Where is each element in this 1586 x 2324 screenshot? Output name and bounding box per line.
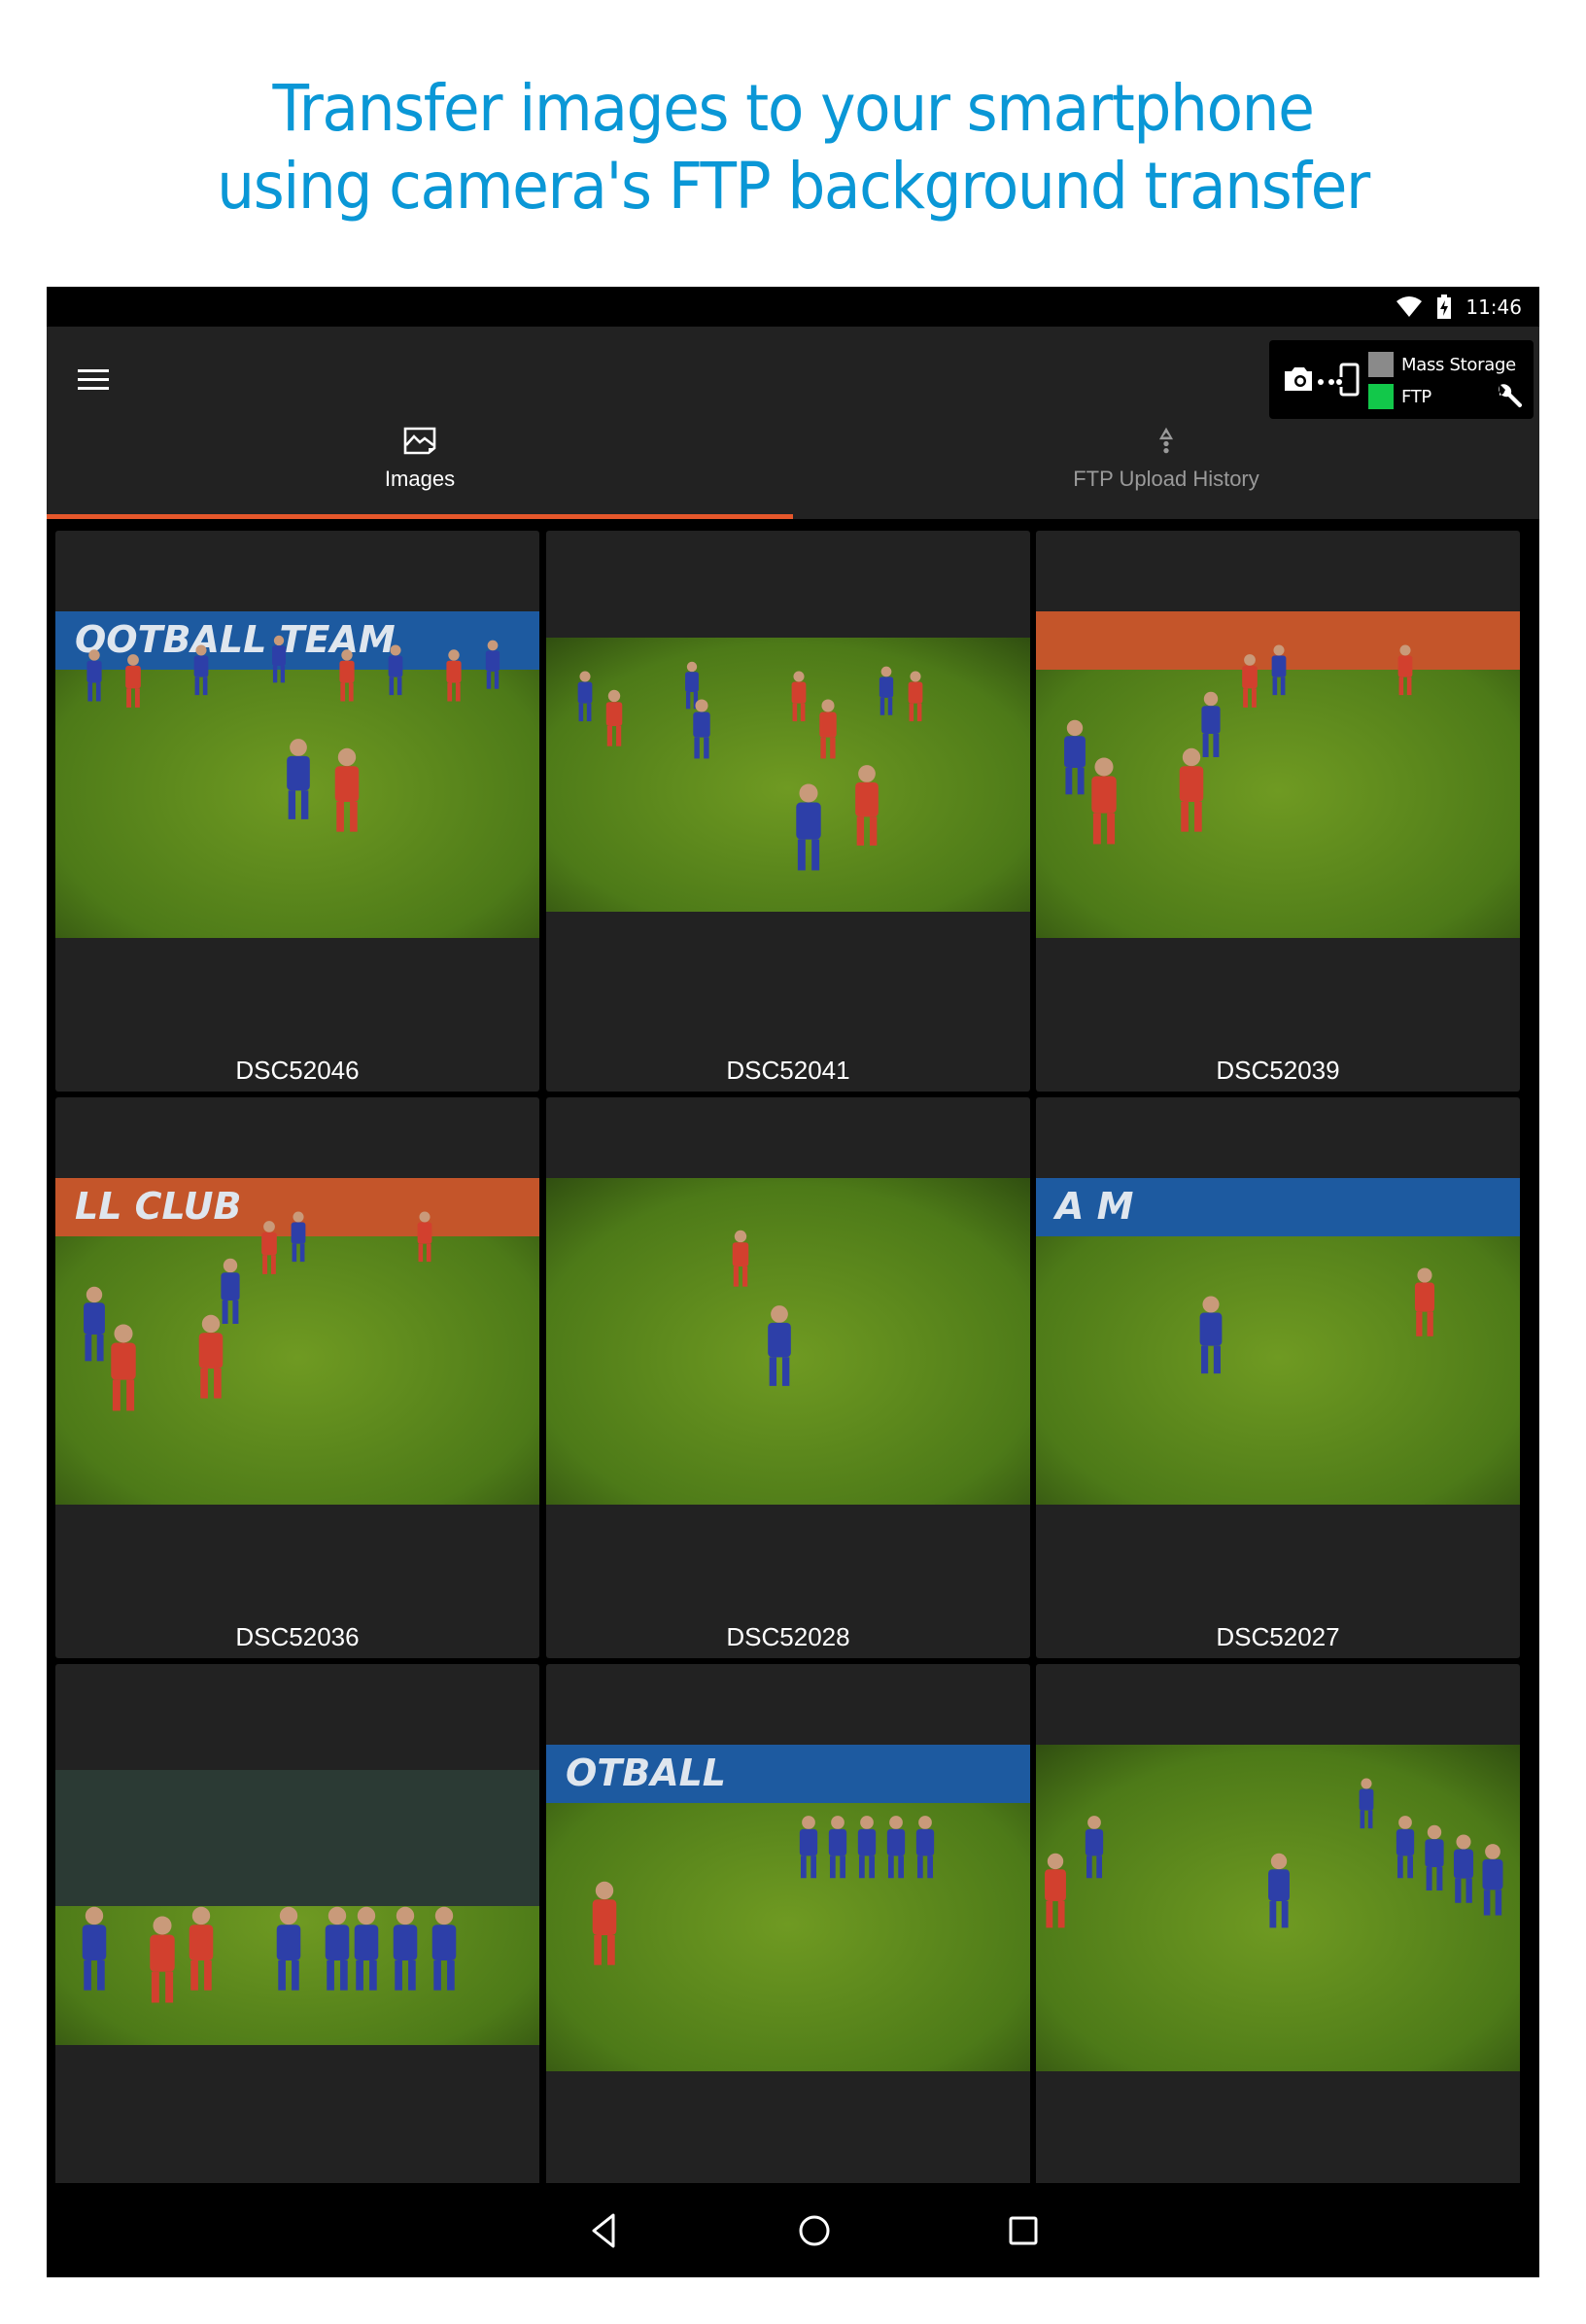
image-filename: DSC52036	[235, 1622, 360, 1651]
image-filename: DSC52027	[1216, 1622, 1340, 1651]
image-thumbnail: OOTBALL TEAM	[55, 611, 539, 938]
image-filename: DSC52041	[726, 1056, 850, 1085]
image-tile[interactable]: DSC52028	[546, 1097, 1030, 1658]
app-bar: Mass Storage FTP Images FTP Upload Histo…	[47, 327, 1539, 519]
promo-headline: Transfer images to your smartphone using…	[55, 70, 1531, 225]
ftp-label: FTP	[1401, 386, 1431, 407]
tab-bar: Images FTP Upload History	[47, 418, 1539, 519]
image-filename: DSC52046	[235, 1056, 360, 1085]
image-thumbnail	[1036, 1745, 1520, 2071]
image-thumbnail: LL CLUB	[55, 1178, 539, 1505]
tab-images[interactable]: Images	[47, 418, 793, 519]
headline-line-2: using camera's FTP background transfer	[217, 149, 1370, 224]
mass-storage-label: Mass Storage	[1401, 354, 1516, 375]
mode-ftp: FTP	[1368, 384, 1431, 409]
headline-line-1: Transfer images to your smartphone	[272, 71, 1314, 146]
image-thumbnail	[546, 638, 1030, 912]
system-nav-bar	[47, 2183, 1539, 2277]
image-tile[interactable]: DSC52041	[546, 531, 1030, 1092]
image-thumbnail: OTBALL	[546, 1745, 1030, 2071]
recents-icon[interactable]	[1002, 2209, 1045, 2252]
image-icon	[403, 427, 436, 455]
banner-text: LL CLUB	[75, 1185, 242, 1228]
tab-images-label: Images	[384, 467, 456, 491]
image-thumbnail: A M	[1036, 1178, 1520, 1505]
image-tile[interactable]: OOTBALL TEAM DSC52046	[55, 531, 539, 1092]
image-grid: OOTBALL TEAM DSC52046 DSC52041 DSC52039 LL C…	[47, 519, 1539, 2183]
image-tile[interactable]: LL CLUB DSC52036	[55, 1097, 539, 1658]
image-tile[interactable]	[1036, 1664, 1520, 2183]
device-screen: 11:46 Mass Storage FTP Images FTP Upload…	[47, 287, 1539, 2277]
upload-icon	[1158, 427, 1174, 454]
wrench-icon[interactable]	[1495, 383, 1524, 412]
image-filename: DSC52039	[1216, 1056, 1340, 1085]
image-tile[interactable]	[55, 1664, 539, 2183]
banner-text: OTBALL	[566, 1752, 726, 1794]
image-thumbnail	[1036, 611, 1520, 938]
back-icon[interactable]	[583, 2209, 626, 2252]
image-tile[interactable]: OTBALL	[546, 1664, 1030, 2183]
mode-mass-storage: Mass Storage	[1368, 352, 1516, 377]
camera-to-phone-icon	[1285, 363, 1360, 397]
image-filename: DSC52028	[726, 1622, 850, 1651]
home-icon[interactable]	[793, 2209, 836, 2252]
transfer-mode-panel[interactable]: Mass Storage FTP	[1269, 340, 1534, 419]
image-thumbnail	[55, 1770, 539, 2045]
banner-text: A M	[1052, 1185, 1134, 1228]
mass-storage-indicator	[1368, 352, 1394, 377]
image-tile[interactable]: DSC52039	[1036, 531, 1520, 1092]
menu-button[interactable]	[74, 362, 113, 397]
image-thumbnail	[546, 1178, 1030, 1505]
status-bar: 11:46	[47, 287, 1539, 327]
stadium-banner	[55, 1770, 539, 1906]
image-tile[interactable]: A M DSC52027	[1036, 1097, 1520, 1658]
tab-ftp-label: FTP Upload History	[1073, 467, 1259, 491]
battery-charging-icon	[1437, 294, 1452, 319]
clock: 11:46	[1465, 295, 1522, 319]
tab-ftp-upload-history[interactable]: FTP Upload History	[793, 418, 1539, 519]
wifi-icon	[1396, 295, 1423, 317]
ftp-indicator	[1368, 384, 1394, 409]
